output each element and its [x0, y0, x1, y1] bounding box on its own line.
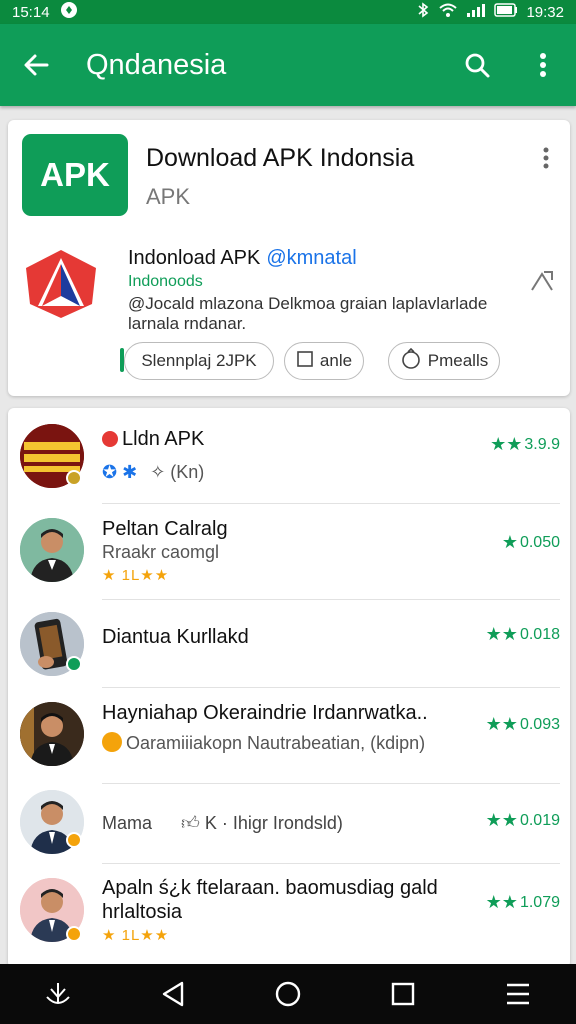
signal-icon: [466, 2, 486, 22]
app-bar: Qndanesia: [0, 24, 576, 106]
avatar: [20, 702, 84, 766]
header-title: Download APK Indonsia: [146, 144, 415, 172]
apk-logo[interactable]: APK: [22, 134, 128, 216]
battery-icon: [494, 3, 518, 21]
item-sub: Oaramiiiakopn Nautrabeatian, (kdipn): [102, 732, 425, 754]
list-item[interactable]: Lldn APK ✪ ✱ ✧ (Kn) ★★ 3.9.9: [8, 408, 570, 504]
download-chip-label: Slennplaj 2JPK: [141, 351, 257, 370]
item-stars: ★ 1L★★: [102, 927, 170, 944]
header-card: APK Download APK Indonsia APK Indonload …: [8, 120, 570, 396]
star-icon: ★: [501, 532, 518, 552]
card-more-button[interactable]: [536, 146, 556, 172]
list-item[interactable]: Apaln ś¿k ftelaraan. baomusdiag gald hrl…: [8, 864, 570, 968]
orange-badge-icon: [102, 732, 122, 752]
list-item[interactable]: Mama 👍︎ K · Ihigr Irondsld) ★★ 0.019: [8, 784, 570, 864]
nav-recents-icon: [391, 982, 415, 1006]
system-nav-bar: [0, 964, 576, 1024]
list-item[interactable]: Peltan Calralg Rraakr caomgl ★ 1L★★ ★ 0.0…: [8, 504, 570, 600]
status-badge-icon: [66, 926, 82, 942]
list-item[interactable]: Diantua Kurllakd ★★ 0.018: [8, 600, 570, 688]
item-name: Apaln ś¿k ftelaraan. baomusdiag gald hrl…: [102, 877, 438, 923]
overflow-menu-button[interactable]: [510, 24, 576, 106]
featured-tagline: Indonoods: [128, 273, 203, 290]
item-rating: ★★ 0.093: [485, 714, 560, 734]
status-time: 15:14: [12, 3, 50, 21]
featured-name: Indonload APK: [128, 247, 261, 269]
nav-home-button[interactable]: [266, 972, 310, 1016]
more-vert-icon: [543, 147, 549, 169]
star-icon: ★★: [485, 624, 518, 644]
checkbox-icon: [296, 350, 314, 373]
item-rating: ★★ 0.018: [485, 624, 560, 644]
puzzle-icon: ✧: [150, 462, 166, 482]
item-sub: Rraakr caomgl: [102, 542, 220, 562]
preview-chip-label: Pmealls: [427, 351, 489, 370]
nav-back-button[interactable]: [151, 972, 195, 1016]
red-dot-icon: [102, 431, 118, 447]
share-icon: [531, 271, 553, 291]
item-name: Peltan Calralg: [102, 518, 228, 540]
assistant-button[interactable]: [36, 972, 80, 1016]
nav-back-icon: [162, 981, 183, 1007]
notification-icon: [60, 1, 78, 23]
status-bar: 15:14 19:32: [0, 0, 576, 24]
search-icon: [465, 53, 490, 78]
bluetooth-icon: [416, 2, 430, 22]
featured-description: @Jocald mlazona Delkmoa graian laplavlar…: [128, 294, 488, 333]
avatar: [20, 518, 84, 582]
menu-icon: [507, 983, 530, 1005]
page-title: Qndanesia: [86, 48, 227, 81]
share-button[interactable]: [528, 268, 556, 294]
item-rating: ★ 0.050: [501, 532, 560, 552]
star-icon: ★★: [485, 810, 518, 830]
download-chip[interactable]: Slennplaj 2JPK: [124, 342, 274, 380]
preview-icon: [400, 347, 422, 375]
star-icon: ★★: [485, 714, 518, 734]
nav-menu-button[interactable]: [496, 972, 540, 1016]
item-name: Hayniahap Okeraindrie Irdanrwatka..: [102, 702, 428, 724]
app-list-card: Lldn APK ✪ ✱ ✧ (Kn) ★★ 3.9.9 Peltan Calra…: [8, 408, 570, 968]
blue-badge-icon: ✪ ✱: [102, 462, 138, 482]
thumbs-up-icon: 👍︎: [181, 813, 200, 833]
item-name: Lldn APK: [102, 428, 204, 451]
status-badge-icon: [66, 656, 82, 672]
list-item[interactable]: Hayniahap Okeraindrie Irdanrwatka.. Oara…: [8, 688, 570, 784]
item-stars: ★ 1L★★: [102, 567, 170, 584]
nav-recents-button[interactable]: [381, 972, 425, 1016]
wifi-icon: [438, 2, 458, 22]
checkbox-chip-label: anle: [319, 351, 353, 370]
featured-title: Indonload APK @kmnatal: [128, 247, 357, 270]
item-rating: ★★ 0.019: [485, 810, 560, 830]
item-name: Diantua Kurllakd: [102, 626, 249, 648]
star-icon: ★★: [485, 892, 518, 912]
header-subtitle: APK: [146, 184, 191, 209]
more-vert-icon: [540, 53, 546, 77]
item-rating: ★★ 1.079: [485, 892, 560, 912]
checkbox-chip[interactable]: anle: [284, 342, 364, 380]
featured-handle[interactable]: @kmnatal: [266, 247, 356, 269]
arrow-back-icon: [24, 54, 49, 76]
item-name: Mama 👍︎ K · Ihigr Irondsld): [102, 813, 343, 833]
status-badge-icon: [66, 832, 82, 848]
nav-home-icon: [275, 981, 301, 1007]
status-right-time: 19:32: [526, 3, 564, 21]
search-button[interactable]: [444, 24, 510, 106]
assistant-icon: [45, 983, 70, 1004]
item-sub: ✪ ✱ ✧ (Kn): [102, 462, 205, 482]
item-rating: ★★ 3.9.9: [490, 434, 560, 454]
back-button[interactable]: [0, 24, 72, 106]
star-icon: ★★: [490, 434, 523, 454]
featured-logo-icon[interactable]: [22, 248, 100, 320]
verified-badge-icon: [66, 470, 82, 486]
preview-chip[interactable]: Pmealls: [388, 342, 500, 380]
